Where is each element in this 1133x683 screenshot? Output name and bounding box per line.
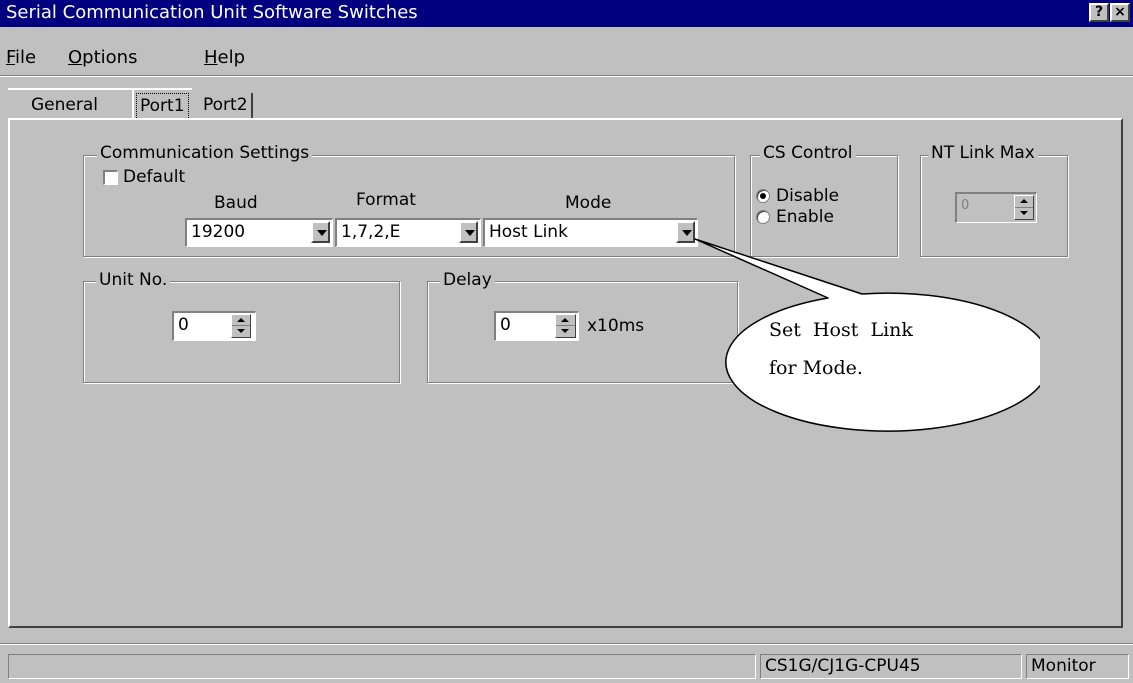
menu-help-label: elp [217,47,246,68]
help-button[interactable]: ? [1089,3,1109,22]
menu-options[interactable]: Options [68,47,137,68]
nt-link-max-label: NT Link Max [928,143,1038,163]
tab-general[interactable]: General [28,93,101,120]
nt-link-max-spinner[interactable] [1014,195,1034,220]
close-button[interactable]: × [1110,3,1130,22]
callout-text: Set Host Link for Mode. [769,311,913,387]
menu-divider [0,75,1133,77]
tab-separator [132,90,134,118]
menu-help-hotkey: H [204,47,218,68]
cs-disable-radio[interactable] [756,189,770,203]
cs-enable-radio[interactable] [756,210,770,224]
cs-disable-option[interactable]: Disable [756,186,839,206]
menu-options-hotkey: O [68,47,83,68]
cs-control-label: CS Control [760,143,856,163]
default-checkbox-row[interactable]: Default [103,167,185,187]
menu-help[interactable]: Help [204,47,245,68]
format-value: 1,7,2,E [341,222,401,242]
baud-label: Baud [214,193,258,213]
callout-line-2: for Mode. [769,357,863,379]
status-cell-empty [8,654,756,679]
spin-down-icon[interactable] [1015,208,1033,220]
delay-label: Delay [440,270,495,290]
tab-port1[interactable]: Port1 [136,93,189,120]
unit-no-label: Unit No. [96,270,171,290]
nt-link-max-value: 0 [961,198,970,213]
communication-settings-label: Communication Settings [97,143,313,163]
unit-no-spinner[interactable] [231,314,251,338]
spin-down-icon[interactable] [556,326,575,337]
spin-up-icon[interactable] [1015,196,1033,208]
default-label: Default [123,167,186,187]
menu-file-label: ile [15,47,37,68]
cs-enable-option[interactable]: Enable [756,207,834,227]
status-divider [0,643,1133,645]
title-bar[interactable]: Serial Communication Unit Software Switc… [0,0,1133,27]
cs-enable-label: Enable [776,207,834,227]
mode-select[interactable]: Host Link [483,218,698,247]
delay-unit: x10ms [587,316,645,336]
format-label: Format [356,190,416,210]
mode-value: Host Link [489,222,568,242]
menu-file[interactable]: File [6,47,36,68]
tab-port2[interactable]: Port2 [200,93,253,120]
spin-up-icon[interactable] [232,315,250,326]
format-dropdown-icon[interactable] [459,221,478,243]
menu-options-label: ptions [82,47,138,68]
default-checkbox[interactable] [103,169,118,185]
delay-spinner[interactable] [555,314,576,338]
status-model: CS1G/CJ1G-CPU45 [760,654,1022,679]
delay-value: 0 [500,315,511,335]
baud-value: 19200 [191,222,246,242]
spin-up-icon[interactable] [556,315,575,326]
tab-strip-highlight [8,88,192,90]
cs-disable-label: Disable [776,186,840,206]
status-mode: Monitor [1026,654,1129,679]
mode-label: Mode [565,193,612,213]
window-title: Serial Communication Unit Software Switc… [6,2,418,23]
baud-dropdown-icon[interactable] [311,221,330,243]
callout-line-1: Set Host Link [769,319,913,341]
spin-down-icon[interactable] [232,326,250,337]
menu-file-hotkey: F [6,47,16,68]
unit-no-value: 0 [178,315,189,335]
